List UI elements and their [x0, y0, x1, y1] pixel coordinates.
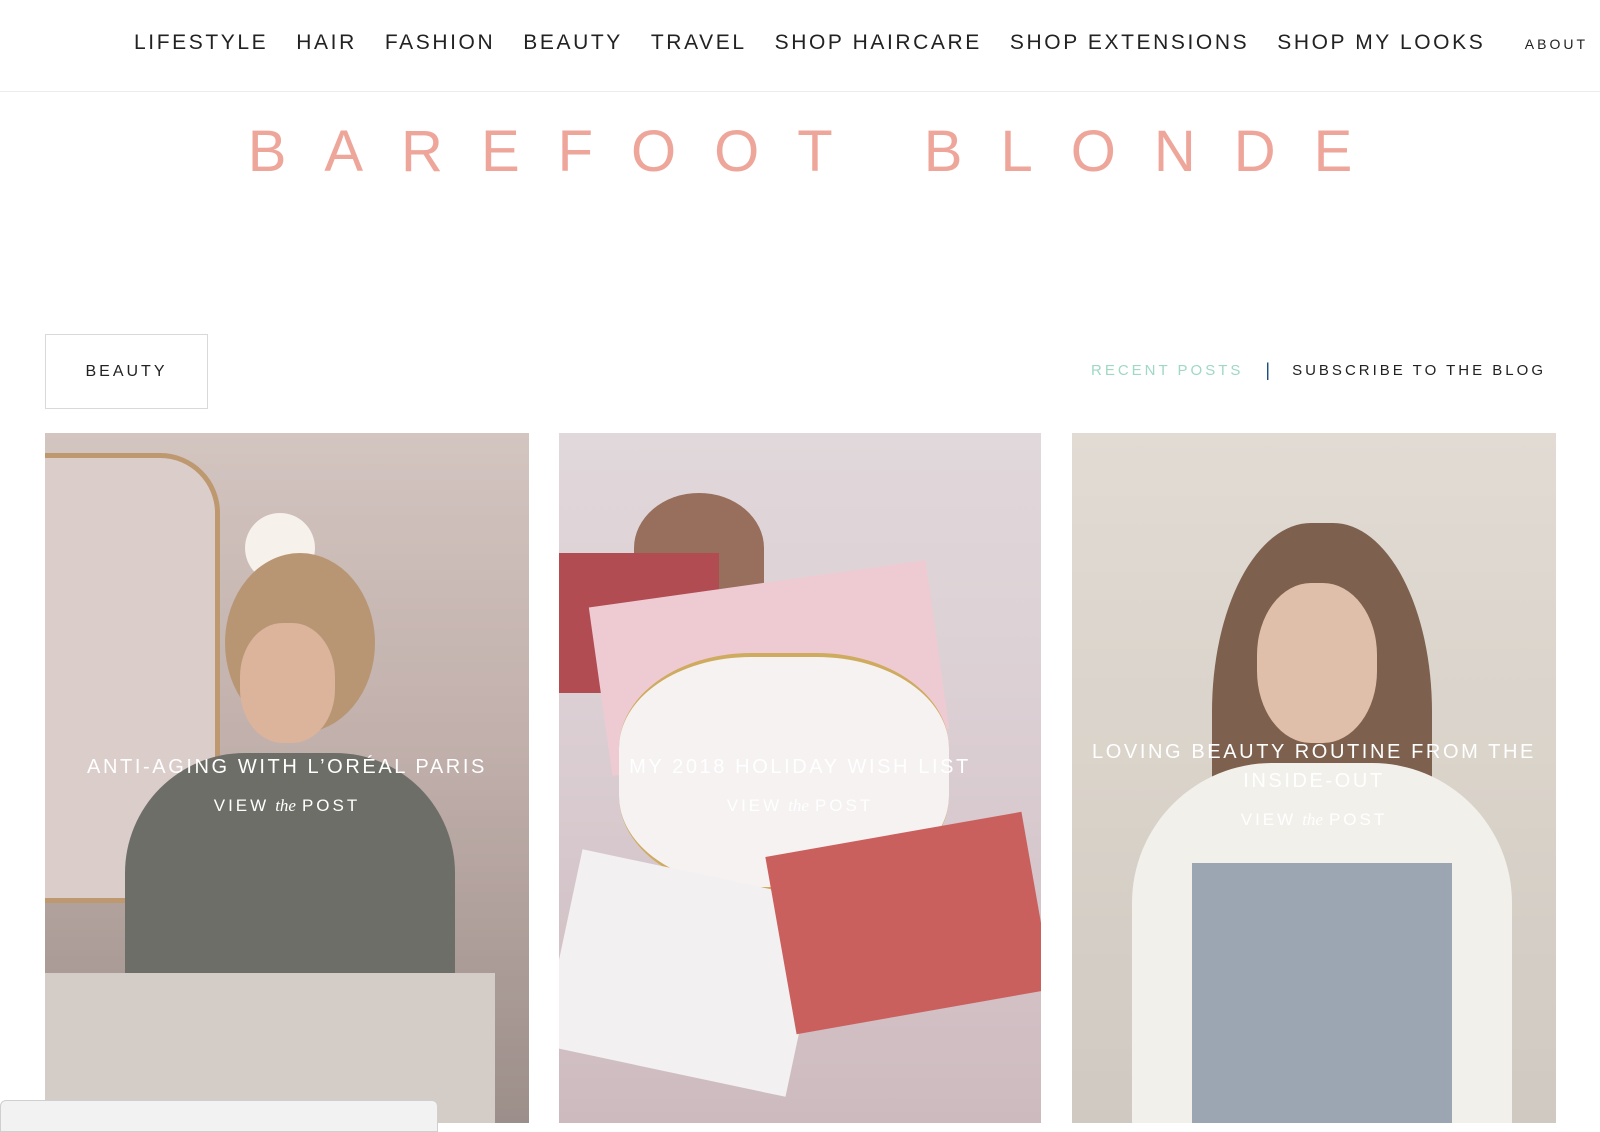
view-post-link[interactable]: VIEW the POST: [45, 796, 529, 816]
post-card-anti-aging[interactable]: ANTI-AGING WITH L’ORÉAL PARIS VIEW the POS…: [45, 433, 529, 1123]
nav-item-shop-my-looks[interactable]: SHOP MY LOOKS: [1277, 31, 1485, 55]
category-heading-box: BEAUTY: [45, 334, 208, 409]
post-label: POST: [301, 796, 361, 815]
nav-item-shop-haircare[interactable]: SHOP HAIRCARE: [775, 31, 982, 55]
post-title: MY 2018 HOLIDAY WISH LIST: [629, 756, 971, 778]
view-the-label: the: [1302, 810, 1323, 829]
view-the-label: the: [275, 796, 296, 815]
subscribe-link[interactable]: SUBSCRIBE TO THE BLOG: [1292, 362, 1546, 379]
view-post-link[interactable]: VIEW the POST: [559, 796, 1041, 816]
nav-item-about[interactable]: ABOUT: [1525, 36, 1588, 52]
main-menu: LIFESTYLE HAIR FASHION BEAUTY TRAVEL SHO…: [134, 28, 1485, 58]
post-caption: ANTI-AGING WITH L’ORÉAL PARIS VIEW the POS…: [45, 753, 529, 816]
post-title: LOVING BEAUTY ROUTINE FROM THE INSIDE-OU…: [1092, 741, 1536, 792]
view-label: VIEW: [213, 796, 270, 815]
nav-item-travel[interactable]: TRAVEL: [651, 31, 747, 55]
site-logo[interactable]: BAREFOOT BLONDE: [0, 118, 1600, 185]
bottom-popup-tab[interactable]: [0, 1100, 438, 1132]
category-label: BEAUTY: [85, 362, 168, 380]
view-label: VIEW: [1240, 810, 1297, 829]
view-post-link[interactable]: VIEW the POST: [1072, 810, 1556, 830]
link-separator: |: [1265, 360, 1271, 380]
view-the-label: the: [788, 796, 809, 815]
blog-links: RECENT POSTS | SUBSCRIBE TO THE BLOG: [1091, 360, 1546, 381]
nav-item-hair[interactable]: HAIR: [296, 31, 357, 55]
view-label: VIEW: [726, 796, 783, 815]
post-caption: MY 2018 HOLIDAY WISH LIST VIEW the POST: [559, 753, 1041, 816]
nav-item-lifestyle[interactable]: LIFESTYLE: [134, 31, 268, 55]
post-label: POST: [814, 796, 874, 815]
post-title: ANTI-AGING WITH L’ORÉAL PARIS: [87, 756, 487, 778]
recent-posts-link[interactable]: RECENT POSTS: [1091, 362, 1243, 379]
top-navigation: LIFESTYLE HAIR FASHION BEAUTY TRAVEL SHO…: [0, 0, 1600, 92]
post-card-holiday-wish-list[interactable]: MY 2018 HOLIDAY WISH LIST VIEW the POST: [559, 433, 1041, 1123]
nav-item-shop-extensions[interactable]: SHOP EXTENSIONS: [1010, 31, 1249, 55]
logo-text: BAREFOOT BLONDE: [247, 119, 1391, 184]
post-label: POST: [1328, 810, 1388, 829]
nav-item-fashion[interactable]: FASHION: [385, 31, 495, 55]
post-card-loving-beauty-routine[interactable]: LOVING BEAUTY ROUTINE FROM THE INSIDE-OU…: [1072, 433, 1556, 1123]
nav-item-beauty[interactable]: BEAUTY: [523, 31, 623, 55]
post-caption: LOVING BEAUTY ROUTINE FROM THE INSIDE-OU…: [1072, 738, 1556, 830]
